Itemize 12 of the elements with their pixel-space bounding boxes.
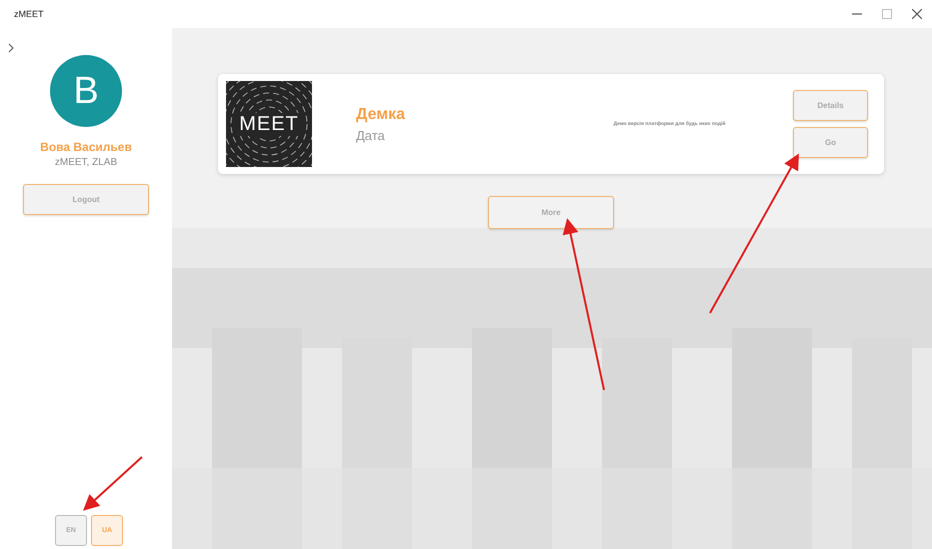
go-button[interactable]: Go bbox=[793, 127, 868, 158]
details-button[interactable]: Details bbox=[793, 90, 868, 121]
window-title: zMEET bbox=[14, 9, 44, 19]
user-organization: zMEET, ZLAB bbox=[54, 157, 118, 168]
more-button[interactable]: More bbox=[488, 196, 614, 229]
avatar: В bbox=[50, 55, 122, 127]
event-logo: MEET bbox=[226, 81, 312, 167]
event-date: Дата bbox=[356, 128, 386, 142]
close-icon[interactable] bbox=[912, 9, 922, 19]
user-name: Вова Васильев bbox=[40, 140, 132, 154]
logout-button[interactable]: Logout bbox=[23, 184, 149, 215]
event-title: Демка bbox=[356, 106, 406, 124]
